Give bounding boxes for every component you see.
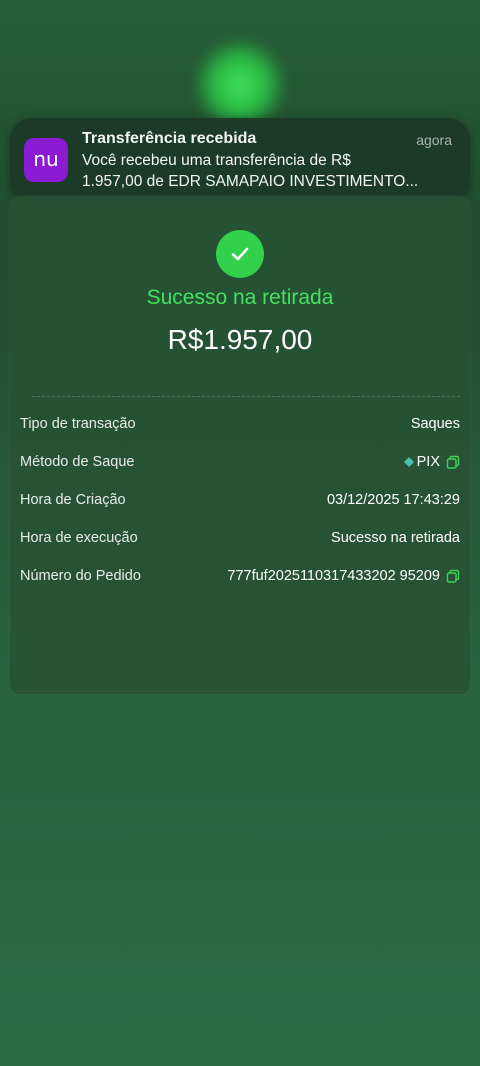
detail-row-creation-time: Hora de Criação 03/12/2025 17:43:29 — [20, 490, 460, 512]
withdrawal-amount: R$1.957,00 — [167, 324, 313, 355]
detail-label: Hora de Criação — [20, 492, 126, 508]
push-notification[interactable]: nu Transferência recebida agora Você rec… — [10, 118, 470, 202]
detail-row-transaction-type: Tipo de transação Saques — [20, 414, 460, 436]
detail-label: Hora de execução — [20, 530, 138, 546]
detail-row-withdrawal-method: Método de Saque PIX — [20, 452, 460, 474]
notification-body-line-2: 1.957,00 de EDR SAMAPAIO INVESTIMENTO... — [82, 173, 419, 190]
detail-row-order-number: Número do Pedido 777fuf2025110317433202 … — [20, 566, 460, 588]
detail-value-wrap: PIX — [403, 454, 460, 470]
withdrawal-receipt-card: Sucesso na retirada R$1.957,00 Tipo de t… — [10, 196, 470, 694]
notification-body: Você recebeu uma transferência de R$ 1.9… — [82, 150, 458, 192]
divider — [32, 396, 460, 397]
copy-icon[interactable] — [446, 455, 460, 469]
svg-text:nu: nu — [33, 149, 58, 171]
notification-time: agora — [416, 132, 452, 148]
detail-value-wrap: 03/12/2025 17:43:29 — [327, 492, 460, 508]
detail-label: Tipo de transação — [20, 416, 136, 432]
nubank-logo-svg: nu — [33, 149, 58, 171]
detail-value: Saques — [410, 416, 460, 432]
checkmark-icon — [216, 230, 264, 278]
notification-body-line-1: Você recebeu uma transferência de R$ — [82, 152, 351, 169]
detail-value-wrap: Saques — [411, 416, 460, 432]
detail-value-wrap: 777fuf2025110317433202 95209 — [227, 568, 460, 584]
nubank-logo-icon: nu — [24, 138, 68, 182]
detail-value: PIX — [416, 454, 440, 470]
detail-label: Método de Saque — [20, 454, 135, 470]
detail-label: Número do Pedido — [20, 568, 141, 584]
detail-value-wrap: Sucesso na retirada — [331, 530, 460, 546]
detail-row-execution-time: Hora de execução Sucesso na retirada — [20, 528, 460, 550]
pix-icon — [403, 457, 414, 467]
status-title: Sucesso na retirada — [146, 286, 334, 309]
background-glow — [195, 40, 285, 130]
copy-icon[interactable] — [446, 569, 460, 583]
detail-value: 777fuf2025110317433202 95209 — [227, 568, 440, 584]
detail-value: Sucesso na retirada — [331, 530, 460, 546]
notification-title: Transferência recebida — [82, 130, 257, 147]
detail-value: 03/12/2025 17:43:29 — [326, 492, 460, 508]
